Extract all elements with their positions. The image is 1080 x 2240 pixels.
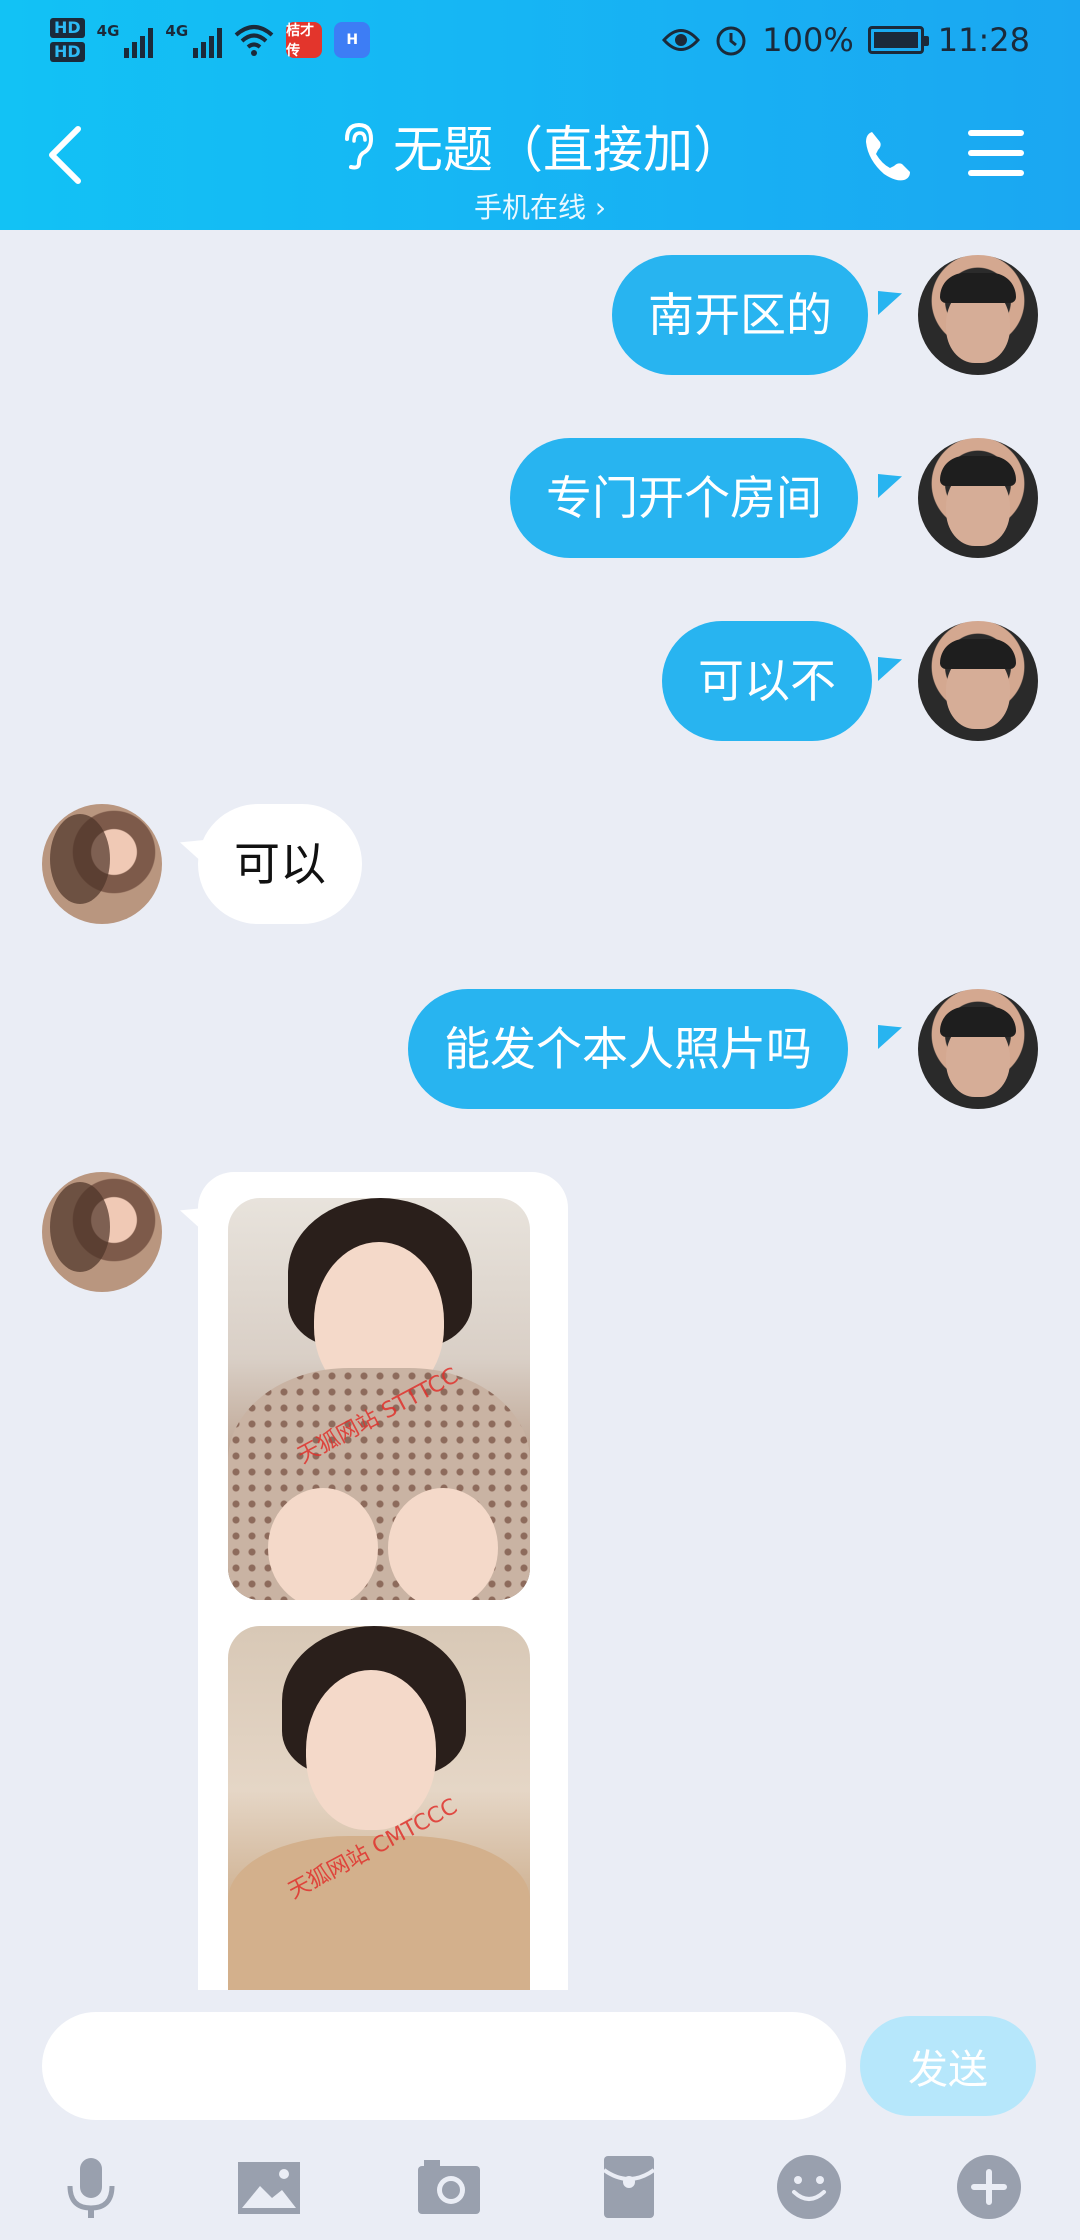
plus-icon[interactable] (954, 2152, 1024, 2222)
my-avatar[interactable] (918, 438, 1038, 558)
eye-icon (662, 29, 701, 51)
hd-indicator: HD HD (50, 18, 85, 62)
status-bar: HD HD 4G 4G 桔才传 H 100% 11:28 (0, 0, 1080, 80)
contact-avatar[interactable] (42, 1172, 162, 1292)
bubble-tail (878, 474, 902, 498)
hd-label-2: HD (50, 42, 85, 62)
bubble-tail (878, 657, 902, 681)
battery-percent: 100% (762, 21, 854, 59)
photo-1[interactable]: 天狐网站 STTTCC (228, 1198, 530, 1600)
app-notification-icon: H (334, 22, 371, 58)
message-row: 可以 (0, 804, 1080, 928)
message-bubble[interactable]: 能发个本人照片吗 (408, 989, 848, 1109)
input-toolbar (0, 2140, 1080, 2230)
image-message-row: 天狐网站 STTTCC 天狐网站 CMTCCC (0, 1172, 1080, 1990)
signal-icon: 4G (97, 22, 154, 58)
network-type-2: 4G (165, 22, 189, 40)
message-row: 专门开个房间 (0, 438, 1080, 562)
message-row: 南开区的 (0, 255, 1080, 379)
message-row: 可以不 (0, 621, 1080, 745)
send-button[interactable]: 发送 (860, 2016, 1036, 2116)
message-list[interactable]: 南开区的 专门开个房间 可以不 可以 能发个本人照片吗 天狐网站 STTTCC … (0, 230, 1080, 1990)
red-packet-icon[interactable] (594, 2152, 664, 2222)
app-notification-icon: 桔才传 (286, 22, 323, 59)
contact-avatar[interactable] (42, 804, 162, 924)
camera-icon[interactable] (414, 2152, 484, 2222)
ear-icon[interactable] (337, 121, 377, 171)
chat-header: HD HD 4G 4G 桔才传 H 100% 11:28 无题（直接加） 手机在… (0, 0, 1080, 230)
message-input[interactable] (42, 2012, 846, 2120)
input-bar: 发送 (0, 1990, 1080, 2240)
bubble-tail (878, 291, 902, 315)
phone-icon[interactable] (858, 126, 918, 186)
alarm-icon (716, 26, 746, 56)
my-avatar[interactable] (918, 621, 1038, 741)
chat-title[interactable]: 无题（直接加） (393, 110, 743, 182)
photo-2[interactable]: 天狐网站 CMTCCC (228, 1626, 530, 1990)
image-icon[interactable] (234, 2152, 304, 2222)
signal-icon: 4G (165, 22, 223, 58)
network-type-1: 4G (96, 22, 120, 40)
message-bubble[interactable]: 南开区的 (612, 255, 868, 375)
bubble-tail (878, 1025, 902, 1049)
mic-icon[interactable] (56, 2152, 126, 2222)
online-status[interactable]: 手机在线 › (0, 186, 1080, 226)
my-avatar[interactable] (918, 255, 1038, 375)
clock: 11:28 (937, 21, 1030, 59)
wifi-icon (234, 25, 274, 56)
my-avatar[interactable] (918, 989, 1038, 1109)
menu-icon[interactable] (968, 130, 1024, 180)
message-bubble[interactable]: 专门开个房间 (510, 438, 858, 558)
hd-label-1: HD (50, 18, 85, 38)
message-bubble[interactable]: 可以 (198, 804, 362, 924)
message-row: 能发个本人照片吗 (0, 989, 1080, 1113)
battery-icon (867, 26, 929, 54)
message-bubble[interactable]: 可以不 (662, 621, 872, 741)
emoji-icon[interactable] (774, 2152, 844, 2222)
image-bubble[interactable]: 天狐网站 STTTCC 天狐网站 CMTCCC (198, 1172, 568, 1990)
